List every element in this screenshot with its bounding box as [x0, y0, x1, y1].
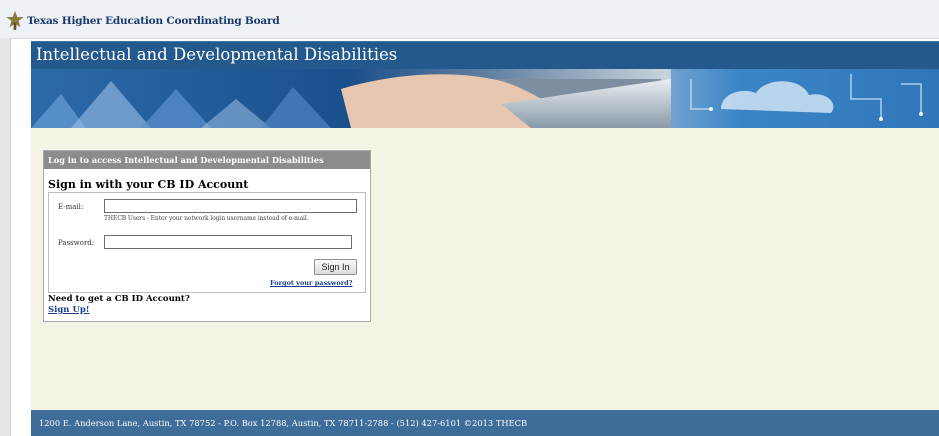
banner-graphic	[31, 69, 939, 128]
footer-address: 1200 E. Anderson Lane, Austin, TX 78752 …	[39, 418, 528, 428]
need-account-text: Need to get a CB ID Account?	[48, 294, 190, 304]
password-field[interactable]	[104, 235, 352, 249]
password-label: Password:	[58, 239, 95, 247]
forgot-password-link[interactable]: Forgot your password?	[270, 279, 352, 287]
email-field[interactable]	[104, 199, 357, 213]
sign-in-button[interactable]: Sign In	[314, 259, 357, 275]
site-title: Intellectual and Developmental Disabilit…	[36, 45, 398, 64]
footer: 1200 E. Anderson Lane, Austin, TX 78752 …	[31, 410, 939, 436]
organization-name[interactable]: Texas Higher Education Coordinating Boar…	[27, 15, 280, 27]
banner-image	[31, 69, 939, 128]
content-area: Log in to access Intellectual and Develo…	[31, 128, 939, 410]
star-icon	[6, 11, 24, 30]
signin-heading: Sign in with your CB ID Account	[48, 178, 249, 191]
email-label: E-mail:	[58, 203, 84, 211]
login-form: E-mail: THECB Users - Enter your network…	[48, 192, 366, 293]
site-title-bar: Intellectual and Developmental Disabilit…	[31, 41, 939, 69]
login-panel: Log in to access Intellectual and Develo…	[43, 150, 371, 322]
left-rail	[0, 38, 11, 436]
login-panel-header: Log in to access Intellectual and Develo…	[44, 151, 370, 169]
sign-up-link[interactable]: Sign Up!	[48, 305, 90, 315]
email-hint: THECB Users - Enter your network login u…	[104, 215, 309, 222]
top-header: Texas Higher Education Coordinating Boar…	[0, 0, 939, 39]
